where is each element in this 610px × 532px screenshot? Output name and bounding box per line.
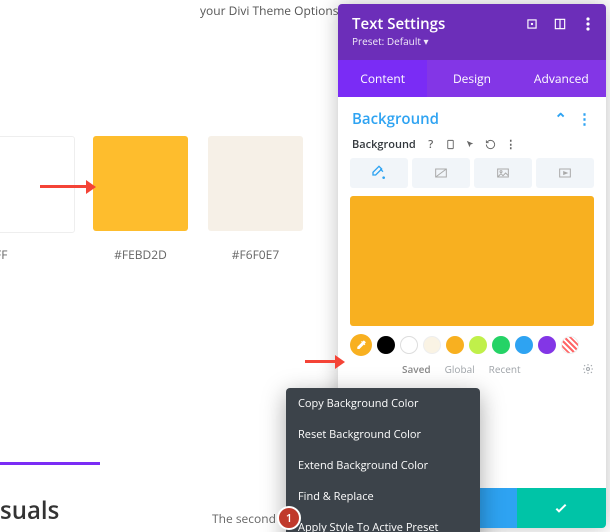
tablet-icon[interactable] [444, 138, 458, 152]
palette-swatch[interactable] [446, 336, 464, 354]
chevron-up-icon[interactable]: ⌃ [554, 109, 567, 129]
eyedropper-button[interactable] [350, 334, 372, 356]
annotation-arrow-icon [40, 185, 88, 188]
palette-swatch[interactable] [538, 336, 556, 354]
panel-tabs: Content Design Advanced [338, 60, 606, 97]
palette-swatch[interactable] [423, 336, 441, 354]
visuals-heading: /isuals [0, 494, 59, 527]
swatch-label-white: FFFF [0, 246, 25, 263]
color-palette [338, 332, 606, 356]
bg-type-image[interactable] [474, 158, 532, 188]
preset-dropdown[interactable]: Preset: Default ▾ [352, 34, 592, 48]
panel-header: Text Settings Preset: Default ▾ [338, 4, 606, 60]
field-more-icon[interactable]: ⋮ [504, 138, 518, 152]
palette-tab-global[interactable]: Global [445, 362, 475, 376]
hover-icon[interactable] [464, 138, 478, 152]
palette-tab-recent[interactable]: Recent [489, 362, 521, 376]
swatch-label-gold: #FEBD2D [93, 246, 188, 263]
palette-swatch[interactable] [377, 336, 395, 354]
background-color-preview[interactable] [350, 196, 594, 326]
annotation-badge-1: 1 [277, 506, 301, 530]
help-icon[interactable]: ? [424, 138, 438, 152]
palette-settings-icon[interactable] [582, 363, 594, 375]
bg-type-gradient[interactable] [412, 158, 470, 188]
bg-type-video[interactable] [536, 158, 594, 188]
ctx-apply-preset[interactable]: Apply Style To Active Preset [286, 512, 480, 532]
tab-advanced[interactable]: Advanced [517, 60, 606, 97]
tab-design[interactable]: Design [427, 60, 516, 97]
swatch-label-cream: #F6F0E7 [208, 246, 303, 263]
palette-swatch-none[interactable] [561, 336, 579, 354]
reset-icon[interactable] [484, 138, 498, 152]
footer-save-button[interactable] [517, 488, 606, 528]
palette-swatch[interactable] [492, 336, 510, 354]
ctx-reset-bg-color[interactable]: Reset Background Color [286, 419, 480, 450]
background-type-tabs [338, 158, 606, 196]
palette-swatch[interactable] [400, 336, 418, 354]
color-swatch-cream [208, 136, 303, 231]
color-swatch-gold [93, 136, 188, 231]
palette-swatch[interactable] [515, 336, 533, 354]
more-icon[interactable] [580, 16, 596, 32]
context-menu: Copy Background Color Reset Background C… [286, 388, 480, 532]
palette-swatch[interactable] [469, 336, 487, 354]
expand-icon[interactable] [524, 16, 540, 32]
background-field-label: Background ? ⋮ [338, 133, 606, 158]
palette-tab-saved[interactable]: Saved [402, 362, 431, 376]
bg-type-color[interactable] [350, 158, 408, 188]
snap-icon[interactable] [552, 16, 568, 32]
tab-content[interactable]: Content [338, 60, 427, 97]
ctx-extend-bg-color[interactable]: Extend Background Color [286, 450, 480, 481]
section-divider [0, 462, 100, 465]
intro-text: your Divi Theme Options. [200, 2, 342, 19]
ctx-copy-bg-color[interactable]: Copy Background Color [286, 388, 480, 419]
annotation-arrow-icon [305, 360, 337, 363]
section-title: Background [352, 109, 439, 129]
background-section-header[interactable]: Background ⌃ ⋮ [338, 97, 606, 133]
ctx-find-replace[interactable]: Find & Replace [286, 481, 480, 512]
section-more-icon[interactable]: ⋮ [577, 109, 592, 129]
palette-group-tabs: Saved Global Recent [338, 356, 606, 378]
